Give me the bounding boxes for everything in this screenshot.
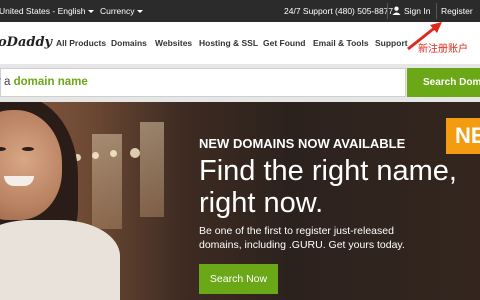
- domain-search-bar: r a domain name Search Domain: [0, 64, 480, 102]
- chevron-down-icon: [137, 10, 144, 14]
- register-link[interactable]: Register: [441, 6, 473, 16]
- search-placeholder: r a domain name: [0, 76, 88, 88]
- light-bokeh: [110, 150, 117, 157]
- currency-selector[interactable]: Currency: [100, 6, 144, 16]
- region-selector[interactable]: United States - English: [0, 6, 95, 16]
- hero-kicker: NEW DOMAINS NOW AVAILABLE: [199, 136, 406, 151]
- nav-domains[interactable]: Domains: [111, 38, 147, 48]
- chevron-down-icon: [88, 10, 95, 14]
- promo-badge[interactable]: NE: [446, 118, 480, 154]
- search-now-button[interactable]: Search Now: [199, 264, 278, 294]
- region-label: United States - English: [0, 6, 86, 16]
- currency-label: Currency: [100, 6, 135, 16]
- background-window: [92, 134, 122, 229]
- logo[interactable]: oDaddy: [0, 35, 52, 50]
- light-bokeh: [130, 148, 140, 158]
- hero-subtext: Be one of the first to register just-rel…: [199, 225, 405, 251]
- hero-photo-shirt: [0, 220, 120, 300]
- nav-get-found[interactable]: Get Found: [263, 38, 306, 48]
- hero-photo-eye: [22, 147, 34, 151]
- top-utility-bar: United States - English Currency 24/7 Su…: [0, 0, 480, 22]
- hero-banner: NEW DOMAINS NOW AVAILABLE Find the right…: [0, 102, 480, 300]
- nav-email-tools[interactable]: Email & Tools: [313, 38, 369, 48]
- support-phone[interactable]: 24/7 Support (480) 505-8877: [284, 6, 393, 16]
- placeholder-prefix: r a: [0, 76, 11, 88]
- nav-all-products[interactable]: All Products: [56, 38, 106, 48]
- sign-in-link[interactable]: Sign In: [392, 6, 430, 16]
- light-bokeh: [92, 152, 99, 159]
- nav-hosting-ssl[interactable]: Hosting & SSL: [199, 38, 258, 48]
- user-icon: [392, 6, 401, 15]
- annotation-text: 新注册账户: [418, 44, 468, 55]
- placeholder-highlight: domain name: [13, 76, 88, 88]
- domain-search-input[interactable]: r a domain name: [0, 68, 406, 97]
- sign-in-label: Sign In: [404, 6, 431, 16]
- divider: [436, 3, 437, 19]
- nav-websites[interactable]: Websites: [155, 38, 192, 48]
- background-window: [140, 122, 164, 217]
- search-domain-button[interactable]: Search Domain: [407, 68, 480, 97]
- hero-headline: Find the right name, right now.: [199, 155, 457, 219]
- nav-support[interactable]: Support: [375, 38, 408, 48]
- divider: [387, 3, 388, 19]
